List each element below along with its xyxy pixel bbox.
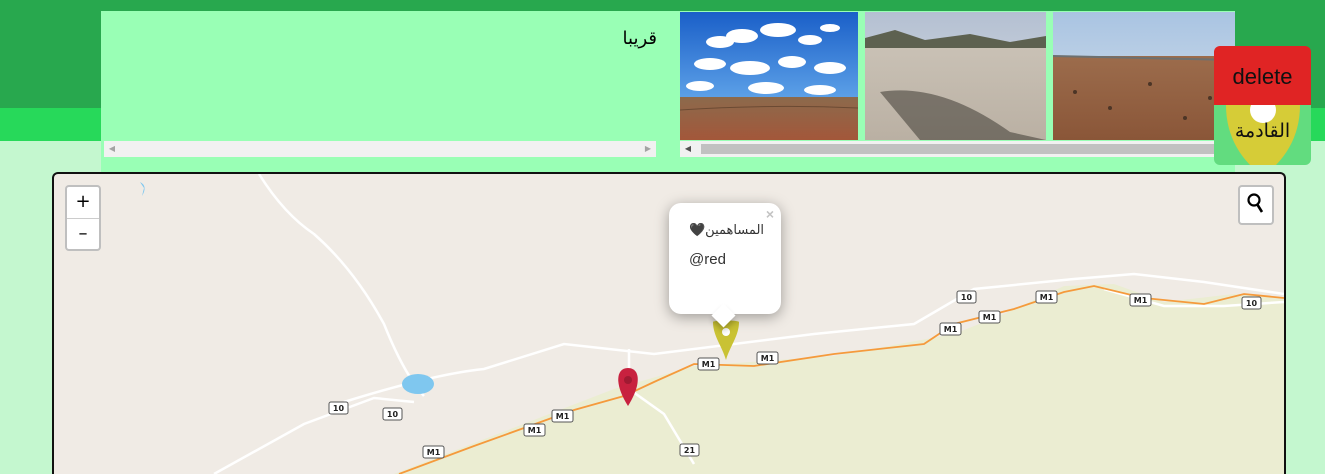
marker-popup: × المساهمين🖤 @red [669, 203, 781, 328]
road-badge-label: M1 [983, 313, 997, 322]
road-badge-10: 10 [1241, 296, 1262, 310]
road-badge-10: 10 [328, 401, 349, 415]
road-badge-10: 10 [382, 407, 403, 421]
soon-label: قريبا [622, 28, 657, 48]
delete-button[interactable]: delete [1214, 46, 1311, 105]
road-badge-m1: M1 [939, 322, 962, 336]
road-badge-label: M1 [1134, 296, 1148, 305]
search-icon [1247, 193, 1264, 213]
road-badge-label: M1 [761, 354, 775, 363]
road-badge-m1: M1 [523, 423, 546, 437]
text-horizontal-scrollbar[interactable]: ◀ ▶ [104, 141, 656, 157]
road-badge-label: 10 [1246, 299, 1258, 308]
upcoming-label: القادمة [1234, 121, 1291, 142]
road-badge-m1: M1 [1035, 290, 1058, 304]
popup-title: المساهمين🖤 [689, 222, 765, 237]
popup-handle: @red [689, 251, 726, 268]
scroll-left-arrow-icon[interactable]: ◀ [104, 141, 120, 157]
gallery-photo-1[interactable] [680, 12, 859, 140]
road-badge-10: 10 [956, 290, 977, 304]
gallery-scroll-thumb[interactable] [701, 144, 1221, 154]
upcoming-button[interactable]: القادمة [1214, 105, 1311, 165]
road-badge-label: M1 [944, 325, 958, 334]
popup-close-icon[interactable]: × [766, 206, 774, 222]
road-badge-21: 21 [679, 443, 700, 457]
road-badge-m1: M1 [551, 409, 574, 423]
panel-text-area: قريبا [101, 11, 657, 141]
road-badge-m1: M1 [422, 445, 445, 459]
road-badge-label: M1 [1040, 293, 1054, 302]
map-view[interactable]: 10 10 M1 M1 M1 M1 10 M1 M1 M1 10 M1 M1 2… [52, 172, 1286, 474]
gallery-photo-2[interactable] [865, 12, 1046, 140]
gallery-photo-3[interactable] [1052, 12, 1235, 140]
yellow-marker-icon[interactable] [713, 320, 739, 361]
road-badge-m1: M1 [756, 351, 779, 365]
zoom-control: + – [65, 185, 101, 251]
road-badge-m1: M1 [978, 310, 1001, 324]
road-badge-label: M1 [528, 426, 542, 435]
lake-shape [402, 374, 434, 394]
road-badge-label: 21 [684, 446, 696, 455]
gallery-horizontal-scrollbar[interactable]: ◀ [680, 141, 1235, 157]
zoom-out-button[interactable]: – [67, 219, 99, 250]
road-badge-label: M1 [702, 360, 716, 369]
road-badge-label: 10 [387, 410, 399, 419]
zoom-in-button[interactable]: + [67, 187, 99, 219]
gallery-scroll-left-icon[interactable]: ◀ [680, 141, 696, 157]
road-badge-label: 10 [961, 293, 973, 302]
road-badge-m1: M1 [697, 357, 720, 371]
scroll-right-arrow-icon[interactable]: ▶ [640, 141, 656, 157]
map-search-button[interactable] [1238, 185, 1274, 225]
road-badge-m1: M1 [1129, 293, 1152, 307]
road-badge-label: M1 [427, 448, 441, 457]
road-badge-label: 10 [333, 404, 345, 413]
photo-gallery [680, 12, 1235, 140]
road-badge-label: M1 [556, 412, 570, 421]
